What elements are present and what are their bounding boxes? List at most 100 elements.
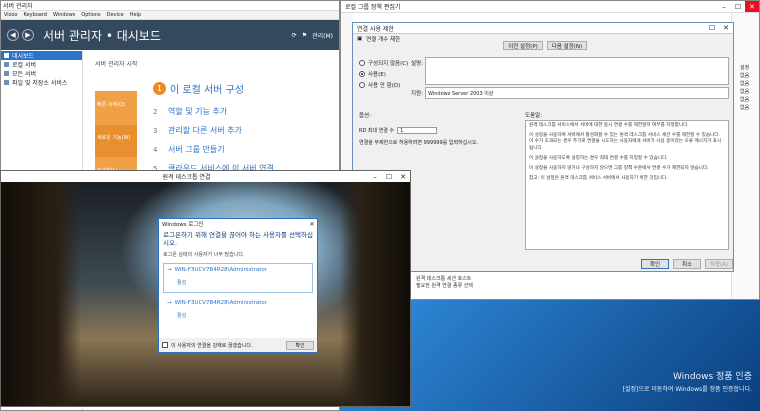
account-option[interactable]: → WIN-F3UCV7B4R28\Administrator 활성 <box>163 296 313 326</box>
login-title: Windows 로그인 <box>162 222 204 228</box>
option-note-text: 연결을 무제한으로 허용하려면 999999를 입력하십시오. <box>359 140 479 146</box>
step-add-servers[interactable]: 3 관리할 다른 서버 추가 <box>153 125 274 136</box>
server-manager-title: 서버 관리자 <box>3 3 33 10</box>
account-name: WIN-F3UCV7B4R28\Administrator <box>174 300 267 306</box>
step-create-group[interactable]: 4 서버 그룹 만들기 <box>153 144 274 155</box>
account-name: WIN-F3UCV7B4R28\Administrator <box>174 267 267 273</box>
quickstart-label[interactable]: 빠른 시작(Q) <box>97 101 125 108</box>
step-number: 3 <box>153 126 158 135</box>
menu-item-vizoo[interactable]: Vizoo <box>4 12 17 18</box>
policy-list-item[interactable]: 원격 데스크톱 세션 호스트 <box>416 275 566 282</box>
radio-not-configured[interactable]: 구성되지 않음(C) <box>359 59 408 67</box>
supported-on-value: Windows Server 2003 이상 <box>425 87 729 99</box>
dialog-subtitle-row: ▣ 연결 개수 제한 <box>353 34 733 44</box>
servers-icon <box>4 71 9 76</box>
cave-left <box>1 182 81 406</box>
sidebar-item-local-server[interactable]: 로컬 서버 <box>1 60 82 69</box>
step-number-badge: 1 <box>153 82 166 95</box>
radio-button[interactable] <box>359 82 365 88</box>
dashboard-icon <box>4 53 9 58</box>
radio-disabled[interactable]: 사용 안 함(D) <box>359 81 400 89</box>
close-button[interactable]: ✕ <box>719 23 733 34</box>
minimize-button[interactable]: – <box>368 171 382 182</box>
radio-label: 구성되지 않음(C) <box>368 61 409 67</box>
login-note: 로그온 상태의 사용자가 너무 많습니다. <box>163 252 245 258</box>
close-icon[interactable]: ✕ <box>307 221 317 228</box>
force-disconnect-label: 이 사용자의 연결을 강제로 끊겠습니다. <box>171 342 253 349</box>
account-status: 활성 <box>177 313 187 319</box>
forward-arrow-icon: ▶ <box>25 31 31 39</box>
remote-desktop-titlebar[interactable]: 원격 데스크톱 연결 – ☐ ✕ <box>1 171 410 182</box>
sidebar-item-dashboard[interactable]: 대시보드 <box>1 51 82 60</box>
menu-item-device[interactable]: Device <box>107 12 124 18</box>
menu-item-windows[interactable]: Windows <box>53 12 75 18</box>
step-label: 역할 및 기능 추가 <box>168 107 228 116</box>
step-number: 4 <box>153 145 158 154</box>
login-ok-button[interactable]: 확인 <box>286 340 314 350</box>
max-connections-label: RD 최대 연결 수 <box>359 128 395 134</box>
header-tools: ⟳ ⚑ 관리(M) <box>292 31 333 40</box>
radio-button[interactable] <box>359 71 365 77</box>
welcome-heading: 서버 관리자 시작 <box>95 61 138 68</box>
sidebar-item-all-servers[interactable]: 모든 서버 <box>1 69 82 78</box>
close-button[interactable]: ✕ <box>745 1 759 12</box>
sidebar-item-label: 대시보드 <box>12 53 35 60</box>
policy-list-item[interactable]: 필요한 원격 연결 종류 선택 <box>416 282 566 289</box>
help-paragraph: 이 설정을 사용하여 서버에서 활성화할 수 있는 원격 데스크톱 서비스 세션… <box>529 133 722 151</box>
account-status: 활성 <box>177 280 187 286</box>
maximize-button[interactable]: ☐ <box>705 23 719 34</box>
window-controls: – ☐ ✕ <box>368 171 410 182</box>
max-connections-input[interactable]: 1 <box>397 127 438 134</box>
group-policy-titlebar[interactable]: 로컬 그룹 정책 편집기 – ☐ ✕ <box>341 1 759 13</box>
step-add-roles[interactable]: 2 역할 및 기능 추가 <box>153 106 274 117</box>
sidebar-item-label: 파일 및 저장소 서비스 <box>12 80 68 87</box>
dialog-window-controls: ☐ ✕ <box>705 23 733 34</box>
ok-button[interactable]: 확인 <box>641 259 669 269</box>
group-policy-title: 로컬 그룹 정책 편집기 <box>345 4 401 11</box>
account-row: → WIN-F3UCV7B4R28\Administrator <box>167 300 309 306</box>
step-configure-local-server[interactable]: 1 이 로컬 서버 구성 <box>153 81 274 96</box>
help-textbox[interactable]: 원격 데스크톱 서비스에서 서버에 대한 동시 연결 수를 제한할지 여부를 지… <box>525 120 729 250</box>
remote-desktop-title: 원격 데스크톱 연결 <box>162 174 211 181</box>
policy-list-strip: 원격 데스크톱 세션 호스트 필요한 원격 연결 종류 선택 <box>416 275 566 295</box>
menu-item-help[interactable]: Help <box>130 12 141 18</box>
force-disconnect-checkbox[interactable] <box>162 342 168 348</box>
help-paragraph: 참고: 이 설정은 원격 데스크톱 서비스 서버에서 사용하기 위한 것입니다. <box>529 176 668 182</box>
server-manager-titlebar[interactable]: 서버 관리자 <box>1 1 339 11</box>
maximize-button[interactable]: ☐ <box>382 171 396 182</box>
server-manager-header: ◀ ▶ 서버 관리자 • 대시보드 ⟳ ⚑ 관리(M) <box>1 20 339 50</box>
flag-icon[interactable]: ⚑ <box>302 32 307 39</box>
manage-menu[interactable]: 관리(M) <box>312 31 333 40</box>
state-header: 설정 <box>740 64 750 71</box>
radio-enabled[interactable]: 사용(E) <box>359 70 386 78</box>
refresh-icon[interactable]: ⟳ <box>292 32 297 39</box>
dialog-titlebar[interactable]: 연결 사용 제한 ☐ ✕ <box>353 23 733 34</box>
maximize-button[interactable]: ☐ <box>731 1 745 12</box>
cancel-button[interactable]: 취소 <box>673 259 701 269</box>
apply-button[interactable]: 적용(A) <box>705 259 733 269</box>
state-column: 설정 없음 없음 없음 없음 없음 <box>731 13 759 299</box>
account-row: → WIN-F3UCV7B4R28\Administrator <box>167 267 309 273</box>
whats-new-label[interactable]: 새로운 기능(W) <box>97 134 130 141</box>
watermark-subtitle: [설정]으로 이동하여 Windows를 정품 인증합니다. <box>622 386 752 393</box>
back-button[interactable]: ◀ <box>7 29 19 41</box>
menu-item-keyboard[interactable]: Keyboard <box>23 12 47 18</box>
menu-item-options[interactable]: Options <box>81 12 100 18</box>
step-number: 2 <box>153 107 158 116</box>
close-button[interactable]: ✕ <box>396 171 410 182</box>
watermark-title: Windows 정품 인증 <box>672 372 752 382</box>
sidebar-item-file-storage[interactable]: 파일 및 저장소 서비스 <box>1 78 82 87</box>
radio-button[interactable] <box>359 60 365 66</box>
options-label: 옵션: <box>359 113 371 119</box>
next-setting-button[interactable]: 다음 설정(N) <box>547 41 587 50</box>
step-label: 이 로컬 서버 구성 <box>170 85 244 96</box>
forward-button[interactable]: ▶ <box>22 29 34 41</box>
login-question: 로그온하기 위해 연결을 끊어야 하는 사용자를 선택하십시오. <box>163 231 313 247</box>
login-titlebar[interactable]: Windows 로그인 ✕ <box>159 219 317 229</box>
help-paragraph: 원격 데스크톱 서비스에서 서버에 대한 동시 연결 수를 제한할지 여부를 지… <box>529 123 689 128</box>
previous-setting-button[interactable]: 이전 설정(P) <box>503 41 543 50</box>
minimize-button[interactable]: – <box>717 1 731 12</box>
account-option[interactable]: → WIN-F3UCV7B4R28\Administrator 활성 <box>163 263 313 293</box>
option-note: 연결을 무제한으로 허용하려면 999999를 입력하십시오. <box>359 139 519 146</box>
comment-textbox[interactable] <box>425 57 729 85</box>
